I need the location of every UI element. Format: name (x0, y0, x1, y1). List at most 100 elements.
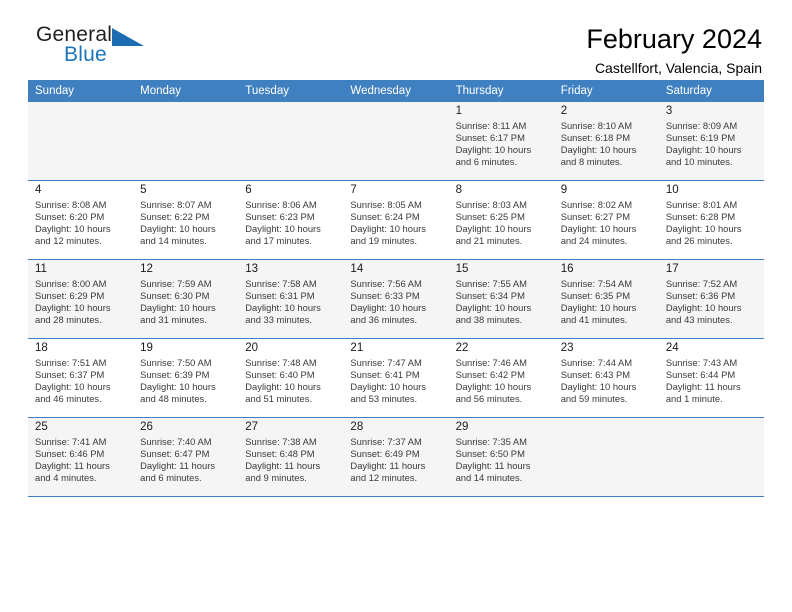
day-cell-content: 4 Sunrise: 8:08 AM Sunset: 6:20 PM Daylight… (28, 181, 133, 259)
day-daylight-2-text: and 4 minutes. (35, 472, 97, 484)
day-sun-details: Sunrise: 7:52 AM Sunset: 6:36 PM Daylight:… (659, 278, 764, 326)
day-sun-details: Sunrise: 7:58 AM Sunset: 6:31 PM Daylight:… (238, 278, 343, 326)
day-sunset-text: Sunset: 6:28 PM (665, 211, 736, 223)
day-sun-details: Sunrise: 7:51 AM Sunset: 6:37 PM Daylight:… (28, 357, 133, 405)
day-sunset-text: Sunset: 6:19 PM (665, 132, 736, 144)
day-number: 13 (245, 263, 259, 275)
calendar-day-cell[interactable]: 28 Sunrise: 7:37 AM Sunset: 6:49 PM Dayligh… (343, 417, 449, 497)
calendar-week-row: 25 Sunrise: 7:41 AM Sunset: 6:46 PM Dayligh… (28, 417, 764, 497)
day-sun-details: Sunrise: 7:40 AM Sunset: 6:47 PM Daylight:… (133, 436, 238, 484)
day-daylight-2-text: and 19 minutes. (350, 235, 418, 247)
calendar-day-cell[interactable]: 5 Sunrise: 8:07 AM Sunset: 6:22 PM Daylight… (133, 180, 239, 260)
day-sun-details: Sunrise: 8:07 AM Sunset: 6:22 PM Daylight:… (133, 199, 238, 247)
day-cell-content: 9 Sunrise: 8:02 AM Sunset: 6:27 PM Daylight… (554, 181, 659, 259)
day-number: 1 (455, 105, 462, 117)
calendar-day-cell[interactable]: 23 Sunrise: 7:44 AM Sunset: 6:43 PM Dayligh… (553, 338, 659, 418)
calendar-day-cell[interactable]: 8 Sunrise: 8:03 AM Sunset: 6:25 PM Daylight… (448, 180, 554, 260)
calendar-day-cell[interactable]: 29 Sunrise: 7:35 AM Sunset: 6:50 PM Dayligh… (448, 417, 554, 497)
day-daylight-1-text: Daylight: 10 hours (350, 381, 426, 393)
day-sun-details: Sunrise: 7:38 AM Sunset: 6:48 PM Daylight:… (238, 436, 343, 484)
day-sunset-text: Sunset: 6:50 PM (455, 448, 525, 460)
day-daylight-1-text: Daylight: 11 hours (455, 460, 531, 472)
day-sunset-text: Sunset: 6:17 PM (455, 132, 525, 144)
day-daylight-2-text: and 53 minutes. (350, 393, 418, 405)
day-number: 3 (665, 105, 673, 117)
day-number: 18 (35, 342, 48, 354)
calendar-day-cell (658, 417, 764, 497)
day-sunrise-text: Sunrise: 8:08 AM (35, 199, 107, 210)
day-number: 29 (455, 421, 469, 433)
calendar-day-cell[interactable]: 12 Sunrise: 7:59 AM Sunset: 6:30 PM Dayligh… (133, 259, 239, 339)
day-sunrise-text: Sunrise: 7:48 AM (245, 357, 317, 368)
day-cell-content: 28 Sunrise: 7:37 AM Sunset: 6:49 PM Dayligh… (343, 418, 448, 496)
calendar-day-cell[interactable]: 1 Sunrise: 8:11 AM Sunset: 6:17 PM Daylight… (448, 102, 554, 181)
day-sunset-text: Sunset: 6:41 PM (350, 369, 420, 381)
calendar-day-cell[interactable]: 16 Sunrise: 7:54 AM Sunset: 6:35 PM Dayligh… (553, 259, 659, 339)
logo-triangle-icon (112, 28, 144, 46)
calendar-day-cell[interactable]: 17 Sunrise: 7:52 AM Sunset: 6:36 PM Dayligh… (658, 259, 764, 339)
day-sun-details: Sunrise: 8:03 AM Sunset: 6:25 PM Daylight:… (449, 199, 554, 247)
calendar-week-row: 11 Sunrise: 8:00 AM Sunset: 6:29 PM Dayligh… (28, 259, 764, 339)
calendar-day-cell (28, 102, 134, 181)
calendar-day-cell (238, 102, 344, 181)
calendar-day-cell[interactable]: 7 Sunrise: 8:05 AM Sunset: 6:24 PM Daylight… (343, 180, 449, 260)
calendar-day-cell[interactable]: 9 Sunrise: 8:02 AM Sunset: 6:27 PM Daylight… (553, 180, 659, 260)
calendar-day-cell[interactable]: 25 Sunrise: 7:41 AM Sunset: 6:46 PM Dayligh… (28, 417, 134, 497)
day-sunset-text: Sunset: 6:49 PM (350, 448, 420, 460)
day-number: 27 (245, 421, 259, 433)
day-daylight-1-text: Daylight: 10 hours (35, 223, 111, 235)
calendar-day-cell[interactable]: 11 Sunrise: 8:00 AM Sunset: 6:29 PM Dayligh… (28, 259, 134, 339)
day-cell-content: 8 Sunrise: 8:03 AM Sunset: 6:25 PM Daylight… (449, 181, 554, 259)
day-sunset-text: Sunset: 6:31 PM (245, 290, 315, 302)
day-daylight-2-text: and 12 minutes. (350, 472, 418, 484)
day-sun-details: Sunrise: 7:47 AM Sunset: 6:41 PM Daylight:… (343, 357, 448, 405)
day-sun-details: Sunrise: 7:46 AM Sunset: 6:42 PM Daylight:… (449, 357, 554, 405)
calendar-day-cell[interactable]: 10 Sunrise: 8:01 AM Sunset: 6:28 PM Dayligh… (658, 180, 764, 260)
day-cell-content: 19 Sunrise: 7:50 AM Sunset: 6:39 PM Dayligh… (133, 339, 238, 417)
calendar-day-cell[interactable]: 22 Sunrise: 7:46 AM Sunset: 6:42 PM Dayligh… (448, 338, 554, 418)
weekday-header-sunday: Sunday (28, 80, 134, 102)
day-sun-details: Sunrise: 7:37 AM Sunset: 6:49 PM Daylight:… (343, 436, 448, 484)
calendar-day-cell[interactable]: 26 Sunrise: 7:40 AM Sunset: 6:47 PM Dayligh… (133, 417, 239, 497)
day-sunrise-text: Sunrise: 8:11 AM (455, 120, 527, 131)
weekday-header-monday: Monday (133, 80, 239, 102)
calendar-day-cell[interactable]: 18 Sunrise: 7:51 AM Sunset: 6:37 PM Dayligh… (28, 338, 134, 418)
calendar-day-cell[interactable]: 20 Sunrise: 7:48 AM Sunset: 6:40 PM Dayligh… (238, 338, 344, 418)
calendar-day-cell[interactable]: 3 Sunrise: 8:09 AM Sunset: 6:19 PM Daylight… (658, 102, 764, 181)
day-number: 25 (35, 421, 48, 433)
calendar-day-cell[interactable]: 21 Sunrise: 7:47 AM Sunset: 6:41 PM Dayligh… (343, 338, 449, 418)
day-daylight-2-text: and 43 minutes. (665, 314, 733, 326)
calendar-day-cell[interactable]: 24 Sunrise: 7:43 AM Sunset: 6:44 PM Dayligh… (658, 338, 764, 418)
day-daylight-1-text: Daylight: 10 hours (560, 302, 637, 314)
calendar-day-cell[interactable]: 27 Sunrise: 7:38 AM Sunset: 6:48 PM Dayligh… (238, 417, 344, 497)
day-sun-details: Sunrise: 7:35 AM Sunset: 6:50 PM Daylight:… (449, 436, 554, 484)
calendar-day-cell (343, 102, 449, 181)
calendar-day-cell[interactable]: 14 Sunrise: 7:56 AM Sunset: 6:33 PM Dayligh… (343, 259, 449, 339)
calendar-day-cell[interactable]: 4 Sunrise: 8:08 AM Sunset: 6:20 PM Daylight… (28, 180, 134, 260)
day-sun-details: Sunrise: 8:01 AM Sunset: 6:28 PM Daylight:… (659, 199, 764, 247)
day-sunset-text: Sunset: 6:40 PM (245, 369, 315, 381)
day-daylight-2-text: and 48 minutes. (140, 393, 207, 405)
calendar-day-cell[interactable]: 19 Sunrise: 7:50 AM Sunset: 6:39 PM Dayligh… (133, 338, 239, 418)
day-sun-details: Sunrise: 8:11 AM Sunset: 6:17 PM Daylight:… (449, 120, 554, 168)
day-cell-content (659, 418, 764, 496)
day-sunrise-text: Sunrise: 8:00 AM (35, 278, 107, 289)
day-sunrise-text: Sunrise: 8:06 AM (245, 199, 317, 210)
day-sun-details: Sunrise: 7:50 AM Sunset: 6:39 PM Daylight:… (133, 357, 238, 405)
day-sunset-text: Sunset: 6:23 PM (245, 211, 315, 223)
calendar-week-row: 18 Sunrise: 7:51 AM Sunset: 6:37 PM Dayligh… (28, 338, 764, 418)
day-daylight-2-text: and 56 minutes. (455, 393, 523, 405)
day-cell-content: 5 Sunrise: 8:07 AM Sunset: 6:22 PM Daylight… (133, 181, 238, 259)
weekday-header-wednesday: Wednesday (343, 80, 449, 102)
calendar-day-cell[interactable]: 2 Sunrise: 8:10 AM Sunset: 6:18 PM Daylight… (553, 102, 659, 181)
calendar-day-cell[interactable]: 6 Sunrise: 8:06 AM Sunset: 6:23 PM Daylight… (238, 180, 344, 260)
general-blue-logo[interactable]: General Blue (28, 24, 178, 74)
day-daylight-1-text: Daylight: 10 hours (245, 302, 321, 314)
day-cell-content: 14 Sunrise: 7:56 AM Sunset: 6:33 PM Dayligh… (343, 260, 448, 338)
day-daylight-1-text: Daylight: 10 hours (35, 302, 111, 314)
day-sunset-text: Sunset: 6:46 PM (35, 448, 105, 460)
logo-text-blue: Blue (64, 43, 107, 66)
calendar-day-cell[interactable]: 15 Sunrise: 7:55 AM Sunset: 6:34 PM Dayligh… (448, 259, 554, 339)
page-subtitle: Castellfort, Valencia, Spain (594, 60, 762, 76)
calendar-day-cell[interactable]: 13 Sunrise: 7:58 AM Sunset: 6:31 PM Dayligh… (238, 259, 344, 339)
